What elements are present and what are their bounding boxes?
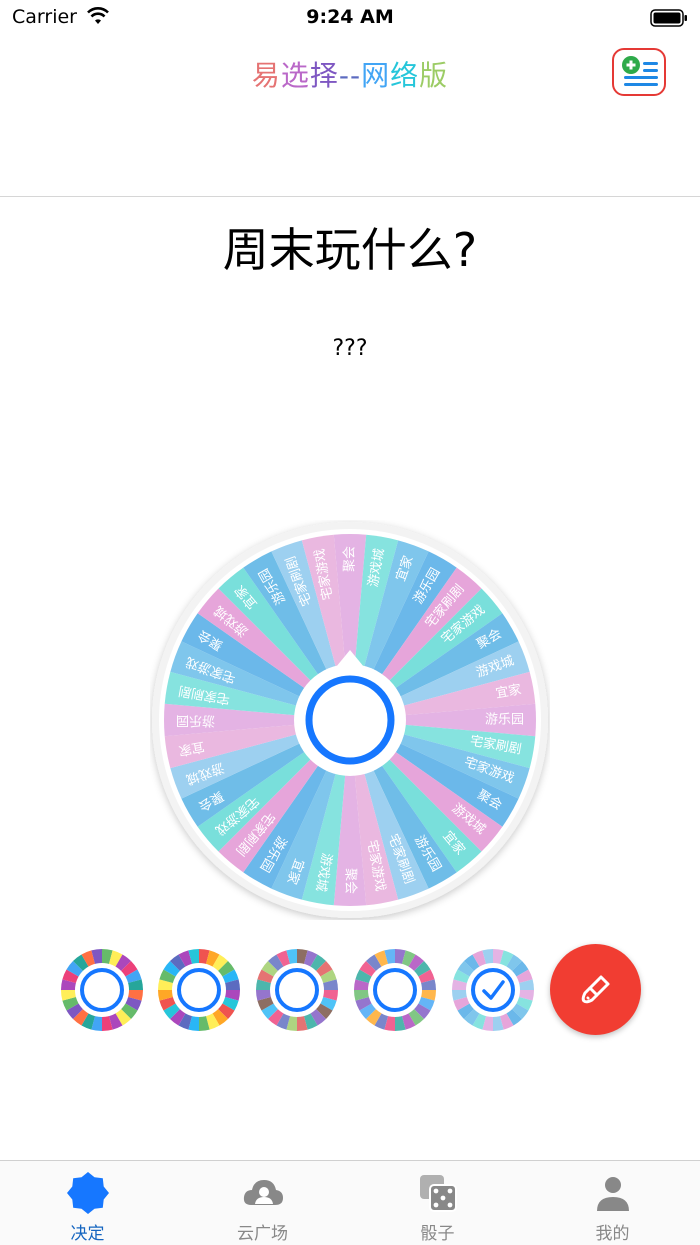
theme-wheel-icon — [354, 949, 436, 1031]
tab-label: 骰子 — [420, 1224, 455, 1244]
theme-wheel-icon — [256, 949, 338, 1031]
theme-wheel-icon — [61, 949, 143, 1031]
app-title-char: 择 — [309, 59, 339, 92]
app-title-char: 选 — [280, 59, 310, 92]
theme-swatch[interactable] — [451, 948, 535, 1032]
app-title-char: 网 — [361, 59, 391, 92]
add-list-button[interactable] — [612, 48, 666, 96]
wheel-slice-label: 游乐园 — [176, 713, 215, 728]
theme-swatch[interactable] — [60, 948, 144, 1032]
tab-dice[interactable]: 骰子 — [350, 1161, 525, 1245]
tab-badge[interactable]: 决定 — [0, 1161, 175, 1245]
cloud-user-icon — [243, 1180, 283, 1205]
tab-label: 决定 — [70, 1224, 105, 1244]
theme-swatch[interactable] — [157, 948, 241, 1032]
app-title: 易选择--网络版 — [0, 54, 700, 94]
customize-brush-button[interactable] — [550, 944, 641, 1035]
wheel-graphic: 聚会 游戏城 宜家游乐园宅家刷剧宅家游戏聚会游戏城宜家游乐园宅家刷剧宅家游戏聚会游戏… — [152, 522, 548, 918]
wheel-slice-label: 游乐园 — [485, 713, 524, 728]
theme-swatch-ring — [373, 968, 417, 1012]
theme-swatch[interactable] — [255, 948, 339, 1032]
theme-swatch[interactable] — [353, 948, 437, 1032]
theme-swatch-ring — [80, 968, 124, 1012]
app-title-char: 络 — [390, 59, 420, 92]
tab-person[interactable]: 我的 — [525, 1161, 700, 1245]
app-title-char: 版 — [419, 59, 449, 92]
tab-label: 我的 — [595, 1224, 630, 1244]
theme-swatch-ring — [471, 968, 515, 1012]
add-list-icon — [622, 56, 658, 86]
badge-icon — [67, 1172, 109, 1214]
person-icon — [597, 1177, 629, 1211]
theme-swatch-ring — [177, 968, 221, 1012]
brush-icon — [581, 975, 610, 1004]
clock: 9:24 AM — [306, 6, 394, 28]
app-title-char: -- — [338, 59, 362, 92]
spin-button[interactable] — [305, 675, 395, 765]
wheel-slice-label: 聚会 — [343, 868, 358, 894]
theme-swatch-ring — [275, 968, 319, 1012]
tab-cloud-user[interactable]: 云广场 — [175, 1161, 350, 1245]
decision-wheel[interactable]: 聚会 游戏城 宜家 游乐园 宅家刷剧 宅家游戏 聚会 游戏城 宜家 游乐园 宅家刷剧 宅家游戏 聚会 游戏… — [150, 520, 550, 920]
status-bar: Carrier 9:24 AM — [0, 0, 700, 40]
nav-bar: 易选择--网络版 — [0, 40, 700, 197]
theme-wheel-icon — [452, 949, 534, 1031]
app-title-char: 易 — [251, 59, 281, 92]
battery-icon — [650, 9, 687, 27]
tab-label: 云广场 — [237, 1224, 288, 1244]
tab-bar: 决定 云广场 骰子 我的 — [0, 1160, 700, 1245]
result-text: ??? — [332, 336, 368, 361]
question-title: 周末玩什么? — [222, 223, 478, 277]
wheel-slice-label: 聚会 — [343, 546, 358, 572]
dice-icon — [420, 1175, 457, 1212]
theme-wheel-icon — [158, 949, 240, 1031]
